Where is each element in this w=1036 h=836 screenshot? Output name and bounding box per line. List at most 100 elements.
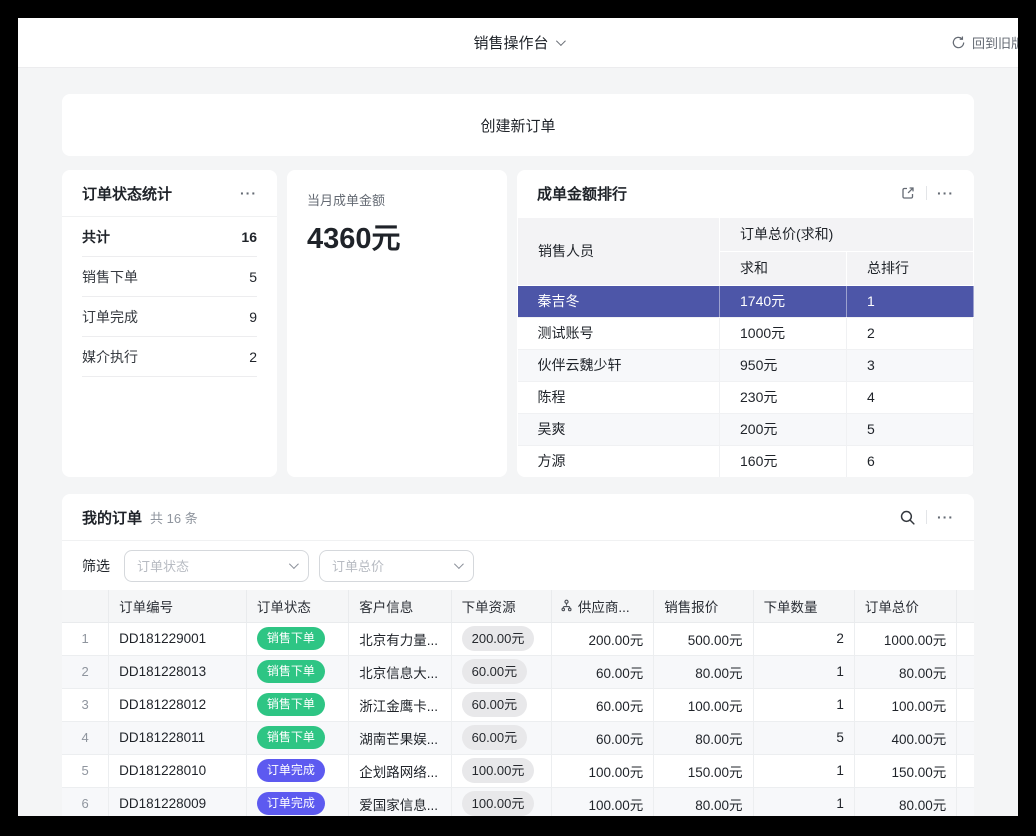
- status-cell: 销售下单: [246, 655, 348, 688]
- qty-cell: 2: [753, 622, 854, 655]
- status-cell: 销售下单: [246, 622, 348, 655]
- page-title: 销售操作台: [473, 32, 548, 53]
- my-orders-card: 我的订单 共 16 条 ··· 筛选 订单状态: [62, 494, 974, 816]
- ranking-row[interactable]: 伙伴云魏少轩 950元 3: [518, 349, 974, 381]
- orders-header: 我的订单 共 16 条 ···: [62, 494, 974, 541]
- column-header-order-id[interactable]: 订单编号: [109, 590, 247, 622]
- order-row[interactable]: 4 DD181228011 销售下单 湖南芒果娱... 60.00元 60.00…: [62, 721, 974, 754]
- column-header-resource[interactable]: 下单资源: [451, 590, 551, 622]
- status-badge: 销售下单: [257, 693, 325, 716]
- ranking-row[interactable]: 测试账号 1000元 2: [518, 317, 974, 349]
- row-index: 1: [62, 622, 109, 655]
- total-cell: 400.00元: [854, 721, 956, 754]
- resource-badge: 60.00元: [462, 725, 528, 750]
- org-relation-icon: [560, 599, 573, 612]
- column-header-rank[interactable]: 总排行: [847, 251, 974, 285]
- ranking-table: 销售人员 订单总价(求和) 求和 总排行 秦吉冬 1740元 1: [517, 217, 974, 478]
- status-row[interactable]: 销售下单 5: [82, 257, 257, 297]
- status-label: 订单完成: [82, 307, 138, 327]
- column-header-qty[interactable]: 下单数量: [753, 590, 854, 622]
- status-badge: 销售下单: [257, 627, 325, 650]
- status-value: 2: [249, 349, 257, 365]
- column-header-status[interactable]: 订单状态: [246, 590, 348, 622]
- back-to-old-version-link[interactable]: 回到旧版: [951, 18, 1018, 67]
- quote-cell: 150.00元: [654, 754, 753, 787]
- status-row[interactable]: 媒介执行 2: [82, 337, 257, 377]
- column-header-person[interactable]: 销售人员: [518, 217, 720, 285]
- divider: [926, 186, 927, 200]
- order-row[interactable]: 1 DD181229001 销售下单 北京有力量... 200.00元 200.…: [62, 622, 974, 655]
- order-total-filter-select[interactable]: 订单总价: [319, 550, 474, 582]
- status-list: 共计 16 销售下单 5 订单完成 9 媒介执行 2: [62, 217, 277, 377]
- supplier-cell: 200.00元: [551, 622, 653, 655]
- quote-cell: 100.00元: [654, 688, 753, 721]
- row-index: 3: [62, 688, 109, 721]
- order-row[interactable]: 5 DD181228010 订单完成 企划路网络... 100.00元 100.…: [62, 754, 974, 787]
- status-value: 5: [249, 269, 257, 285]
- order-id-cell: DD181228013: [109, 655, 247, 688]
- status-cell: 订单完成: [246, 787, 348, 816]
- person-cell: 陈程: [518, 381, 720, 413]
- chevron-down-icon: [555, 36, 565, 46]
- order-row[interactable]: 3 DD181228012 销售下单 浙江金鹰卡... 60.00元 60.00…: [62, 688, 974, 721]
- resource-badge: 100.00元: [462, 758, 535, 783]
- quote-cell: 80.00元: [654, 721, 753, 754]
- ranking-row[interactable]: 方源 160元 6: [518, 445, 974, 477]
- back-label: 回到旧版: [972, 33, 1018, 52]
- column-header-sum[interactable]: 求和: [720, 251, 847, 285]
- column-header-customer[interactable]: 客户信息: [349, 590, 451, 622]
- rank-cell: 5: [847, 413, 974, 445]
- supplier-cell: 100.00元: [551, 787, 653, 816]
- ranking-row[interactable]: 陈程 230元 4: [518, 381, 974, 413]
- status-label: 销售下单: [82, 267, 138, 287]
- ranking-card-title: 成单金额排行: [537, 183, 627, 204]
- filter-row: 筛选 订单状态 订单总价: [62, 541, 974, 590]
- rotate-return-icon: [951, 35, 966, 50]
- column-header-quote[interactable]: 销售报价: [654, 590, 753, 622]
- create-order-button[interactable]: 创建新订单: [62, 94, 974, 156]
- resource-cell: 60.00元: [451, 655, 551, 688]
- amount-value: 4360元: [307, 215, 487, 257]
- filter-label: 筛选: [82, 556, 110, 576]
- ranking-row[interactable]: 秦吉冬 1740元 1: [518, 285, 974, 317]
- app-title-dropdown[interactable]: 销售操作台: [473, 32, 562, 53]
- person-cell: 秦吉冬: [518, 285, 720, 317]
- open-external-icon[interactable]: [900, 185, 916, 201]
- search-icon[interactable]: [899, 509, 916, 526]
- column-header-spacer: [957, 590, 974, 622]
- supplier-cell: 60.00元: [551, 721, 653, 754]
- resource-cell: 60.00元: [451, 721, 551, 754]
- rank-cell: 4: [847, 381, 974, 413]
- create-order-label: 创建新订单: [480, 115, 555, 136]
- more-menu-icon[interactable]: ···: [937, 510, 954, 524]
- status-value: 9: [249, 309, 257, 325]
- more-menu-icon[interactable]: ···: [240, 186, 257, 200]
- ranking-row[interactable]: 吴爽 200元 5: [518, 413, 974, 445]
- order-status-card: 订单状态统计 ··· 共计 16 销售下单 5 订单完成 9: [62, 170, 277, 477]
- supplier-cell: 60.00元: [551, 688, 653, 721]
- orders-title: 我的订单: [82, 507, 142, 528]
- more-menu-icon[interactable]: ···: [937, 186, 954, 200]
- column-header-index: [62, 590, 109, 622]
- status-row-total[interactable]: 共计 16: [82, 217, 257, 257]
- total-cell: 1000.00元: [854, 622, 956, 655]
- sum-cell: 160元: [720, 445, 847, 477]
- row-index: 5: [62, 754, 109, 787]
- status-label: 媒介执行: [82, 347, 138, 367]
- ranking-card: 成单金额排行 ···: [517, 170, 974, 477]
- column-header-supplier[interactable]: 供应商...: [551, 590, 653, 622]
- person-cell: 吴爽: [518, 413, 720, 445]
- chevron-down-icon: [454, 559, 464, 569]
- qty-cell: 1: [753, 754, 854, 787]
- row-index: 6: [62, 787, 109, 816]
- chevron-down-icon: [289, 559, 299, 569]
- order-row[interactable]: 2 DD181228013 销售下单 北京信息大... 60.00元 60.00…: [62, 655, 974, 688]
- order-status-filter-select[interactable]: 订单状态: [124, 550, 309, 582]
- status-row[interactable]: 订单完成 9: [82, 297, 257, 337]
- qty-cell: 1: [753, 688, 854, 721]
- rank-cell: 1: [847, 285, 974, 317]
- resource-cell: 200.00元: [451, 622, 551, 655]
- column-header-total[interactable]: 订单总价: [854, 590, 956, 622]
- column-header-group[interactable]: 订单总价(求和): [720, 217, 974, 251]
- order-row[interactable]: 6 DD181228009 订单完成 爱国家信息... 100.00元 100.…: [62, 787, 974, 816]
